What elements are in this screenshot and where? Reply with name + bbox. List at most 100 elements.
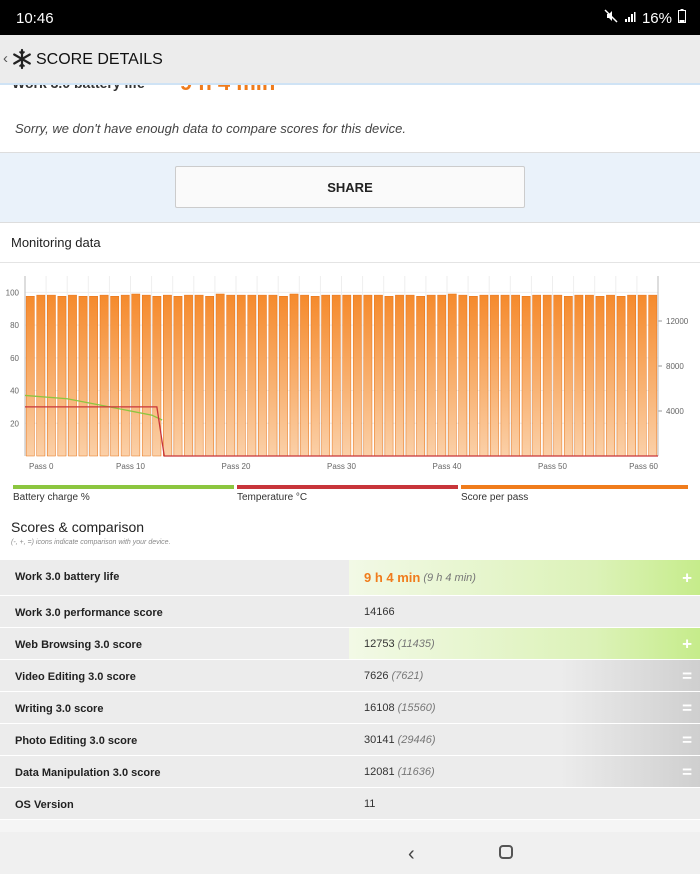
score-bar bbox=[606, 294, 615, 457]
score-compare: (11636) bbox=[397, 765, 435, 778]
score-compare: (9 h 4 min) bbox=[423, 571, 476, 584]
score-bar bbox=[521, 296, 531, 457]
x-tick-label: Pass 10 bbox=[116, 462, 145, 471]
score-label: Writing 3.0 score bbox=[15, 703, 104, 715]
back-nav-icon[interactable]: ‹ bbox=[408, 843, 415, 866]
legend-temperature: Temperature °C bbox=[237, 485, 458, 505]
score-row[interactable]: Work 3.0 performance score 14166 bbox=[0, 596, 700, 628]
score-bar bbox=[395, 294, 404, 457]
score-bar bbox=[36, 294, 46, 457]
status-time: 10:46 bbox=[16, 10, 54, 27]
signal-icon bbox=[624, 10, 636, 27]
score-row[interactable]: Video Editing 3.0 score 7626 (7621) = bbox=[0, 660, 700, 692]
score-bar bbox=[57, 296, 67, 457]
score-bar bbox=[310, 296, 320, 457]
snowflake-logo-icon[interactable] bbox=[11, 48, 33, 75]
score-label: OS Version bbox=[15, 799, 74, 811]
score-row[interactable]: Work 3.0 battery life 9 h 4 min (9 h 4 min… bbox=[0, 560, 700, 596]
right-tick-label: 4000 bbox=[666, 407, 684, 416]
score-bar bbox=[236, 294, 246, 457]
plus-icon: + bbox=[682, 568, 692, 587]
score-bar bbox=[141, 294, 151, 457]
score-bar bbox=[89, 296, 98, 457]
legend-battery-swatch bbox=[13, 485, 234, 489]
share-button[interactable]: SHARE bbox=[175, 166, 525, 208]
left-tick-label: 20 bbox=[10, 419, 19, 428]
score-bar bbox=[194, 294, 204, 457]
legend-score-swatch bbox=[461, 485, 688, 489]
app-bar: ‹ SCORE DETAILS bbox=[0, 35, 700, 85]
equal-icon: = bbox=[682, 698, 692, 717]
score-bar bbox=[152, 296, 162, 457]
score-compare: (11435) bbox=[397, 637, 435, 650]
score-value-cell: 11 bbox=[349, 788, 700, 819]
score-bar bbox=[374, 294, 383, 457]
home-nav-icon[interactable] bbox=[499, 845, 513, 859]
score-compare: (7621) bbox=[391, 669, 424, 682]
score-bar bbox=[637, 294, 647, 457]
score-bar bbox=[25, 296, 35, 457]
score-bar bbox=[68, 294, 77, 457]
scores-subtitle: (-, +, =) icons indicate comparison with… bbox=[11, 539, 171, 546]
scores-title: Scores & comparison bbox=[11, 519, 145, 535]
back-chevron-icon[interactable]: ‹ bbox=[3, 50, 8, 67]
x-tick-label: Pass 40 bbox=[433, 462, 462, 471]
score-value: 30141 bbox=[364, 733, 395, 746]
score-bar bbox=[131, 293, 141, 457]
equal-icon: = bbox=[682, 762, 692, 781]
score-value-cell: 9 h 4 min (9 h 4 min) + bbox=[349, 560, 700, 595]
score-row[interactable]: Web Browsing 3.0 score 12753 (11435) + bbox=[0, 628, 700, 660]
left-tick-label: 100 bbox=[6, 288, 20, 297]
score-compare: (15560) bbox=[397, 701, 436, 714]
score-bar bbox=[574, 294, 584, 457]
score-bar bbox=[469, 296, 478, 457]
score-row[interactable]: Writing 3.0 score 16108 (15560) = bbox=[0, 692, 700, 724]
score-value: 11 bbox=[364, 797, 376, 810]
scores-table: Work 3.0 battery life 9 h 4 min (9 h 4 min… bbox=[0, 560, 700, 820]
score-row[interactable]: OS Version 11 bbox=[0, 788, 700, 820]
score-label: Work 3.0 performance score bbox=[15, 607, 163, 619]
score-bar bbox=[458, 294, 468, 457]
legend-temperature-label: Temperature °C bbox=[237, 492, 308, 503]
score-bar bbox=[447, 293, 457, 457]
score-bar bbox=[215, 293, 225, 457]
score-bar bbox=[490, 294, 499, 457]
score-bar bbox=[585, 294, 594, 457]
score-bar bbox=[563, 296, 573, 457]
page-title: SCORE DETAILS bbox=[36, 51, 163, 68]
monitoring-chart: 20 40 60 80 100 4000 8000 12000 Pass 0 Pass 10 Pas… bbox=[6, 276, 689, 471]
left-tick-label: 80 bbox=[10, 321, 19, 330]
score-bar bbox=[331, 294, 341, 457]
battery-percent: 16% bbox=[641, 9, 672, 27]
score-bar bbox=[47, 294, 56, 457]
score-value: 16108 bbox=[364, 701, 395, 714]
score-bar bbox=[553, 294, 563, 457]
score-bar bbox=[173, 296, 183, 457]
score-bar bbox=[110, 296, 120, 457]
plus-icon: + bbox=[682, 634, 692, 653]
score-row[interactable]: Photo Editing 3.0 score 30141 (29446) = bbox=[0, 724, 700, 756]
left-tick-label: 40 bbox=[10, 387, 19, 396]
score-bar bbox=[627, 294, 636, 457]
score-bar bbox=[616, 296, 626, 457]
score-value-cell: 12753 (11435) + bbox=[349, 628, 700, 659]
score-bar bbox=[511, 294, 520, 457]
score-label: Data Manipulation 3.0 score bbox=[15, 767, 161, 779]
score-row[interactable]: Data Manipulation 3.0 score 12081 (11636) = bbox=[0, 756, 700, 788]
score-bar bbox=[321, 294, 331, 457]
score-bar bbox=[384, 296, 394, 457]
score-value-cell: 7626 (7621) = bbox=[349, 660, 700, 691]
score-value-cell: 14166 bbox=[349, 596, 700, 627]
right-tick-label: 12000 bbox=[666, 317, 689, 326]
comparison-notice: Sorry, we don't have enough data to comp… bbox=[0, 100, 700, 153]
score-bar bbox=[247, 294, 257, 457]
battery-icon bbox=[678, 9, 686, 27]
score-label: Video Editing 3.0 score bbox=[15, 671, 136, 683]
score-bar bbox=[289, 293, 299, 457]
score-bar bbox=[342, 294, 352, 457]
left-tick-label: 60 bbox=[10, 354, 19, 363]
score-value-cell: 16108 (15560) = bbox=[349, 692, 700, 723]
legend-battery: Battery charge % bbox=[13, 485, 234, 505]
x-tick-label: Pass 20 bbox=[222, 462, 251, 471]
score-bar bbox=[363, 294, 373, 457]
